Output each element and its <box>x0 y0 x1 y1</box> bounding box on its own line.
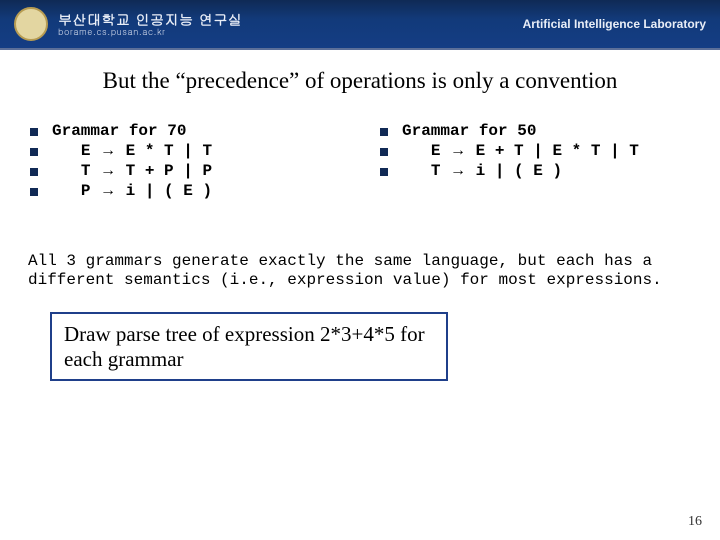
bullet-icon <box>30 128 38 136</box>
arrow-icon: → <box>450 142 466 159</box>
slide-header: 부산대학교 인공지능 연구실 borame.cs.pusan.ac.kr Art… <box>0 0 720 48</box>
org-url: borame.cs.pusan.ac.kr <box>58 27 242 36</box>
bullet-icon <box>30 148 38 156</box>
grammar-left: Grammar for 70 E → E * T | T T → T + P |… <box>30 122 340 202</box>
page-number: 16 <box>688 514 702 530</box>
bullet-icon <box>380 148 388 156</box>
grammar-rule: E → E * T | T <box>52 142 212 160</box>
bullet-icon <box>380 168 388 176</box>
slide-title: But the “precedence” of operations is on… <box>0 68 720 94</box>
lab-name: Artificial Intelligence Laboratory <box>523 17 706 31</box>
arrow-icon: → <box>100 162 116 179</box>
arrow-icon: → <box>450 162 466 179</box>
grammar-rule: T → i | ( E ) <box>402 162 562 180</box>
bullet-icon <box>30 168 38 176</box>
grammar-right: Grammar for 50 E → E + T | E * T | T T →… <box>380 122 690 202</box>
arrow-icon: → <box>100 142 116 159</box>
grammar-heading: Grammar for 70 <box>52 122 186 140</box>
grammar-rule: E → E + T | E * T | T <box>402 142 639 160</box>
arrow-icon: → <box>100 182 116 199</box>
header-divider <box>0 48 720 50</box>
grammar-rule: T → T + P | P <box>52 162 212 180</box>
exercise-callout: Draw parse tree of expression 2*3+4*5 fo… <box>50 312 448 380</box>
bullet-icon <box>30 188 38 196</box>
explanation-text: All 3 grammars generate exactly the same… <box>0 252 720 290</box>
grammar-heading: Grammar for 50 <box>402 122 536 140</box>
grammar-rule: P → i | ( E ) <box>52 182 212 200</box>
bullet-icon <box>380 128 388 136</box>
university-logo <box>14 7 48 41</box>
